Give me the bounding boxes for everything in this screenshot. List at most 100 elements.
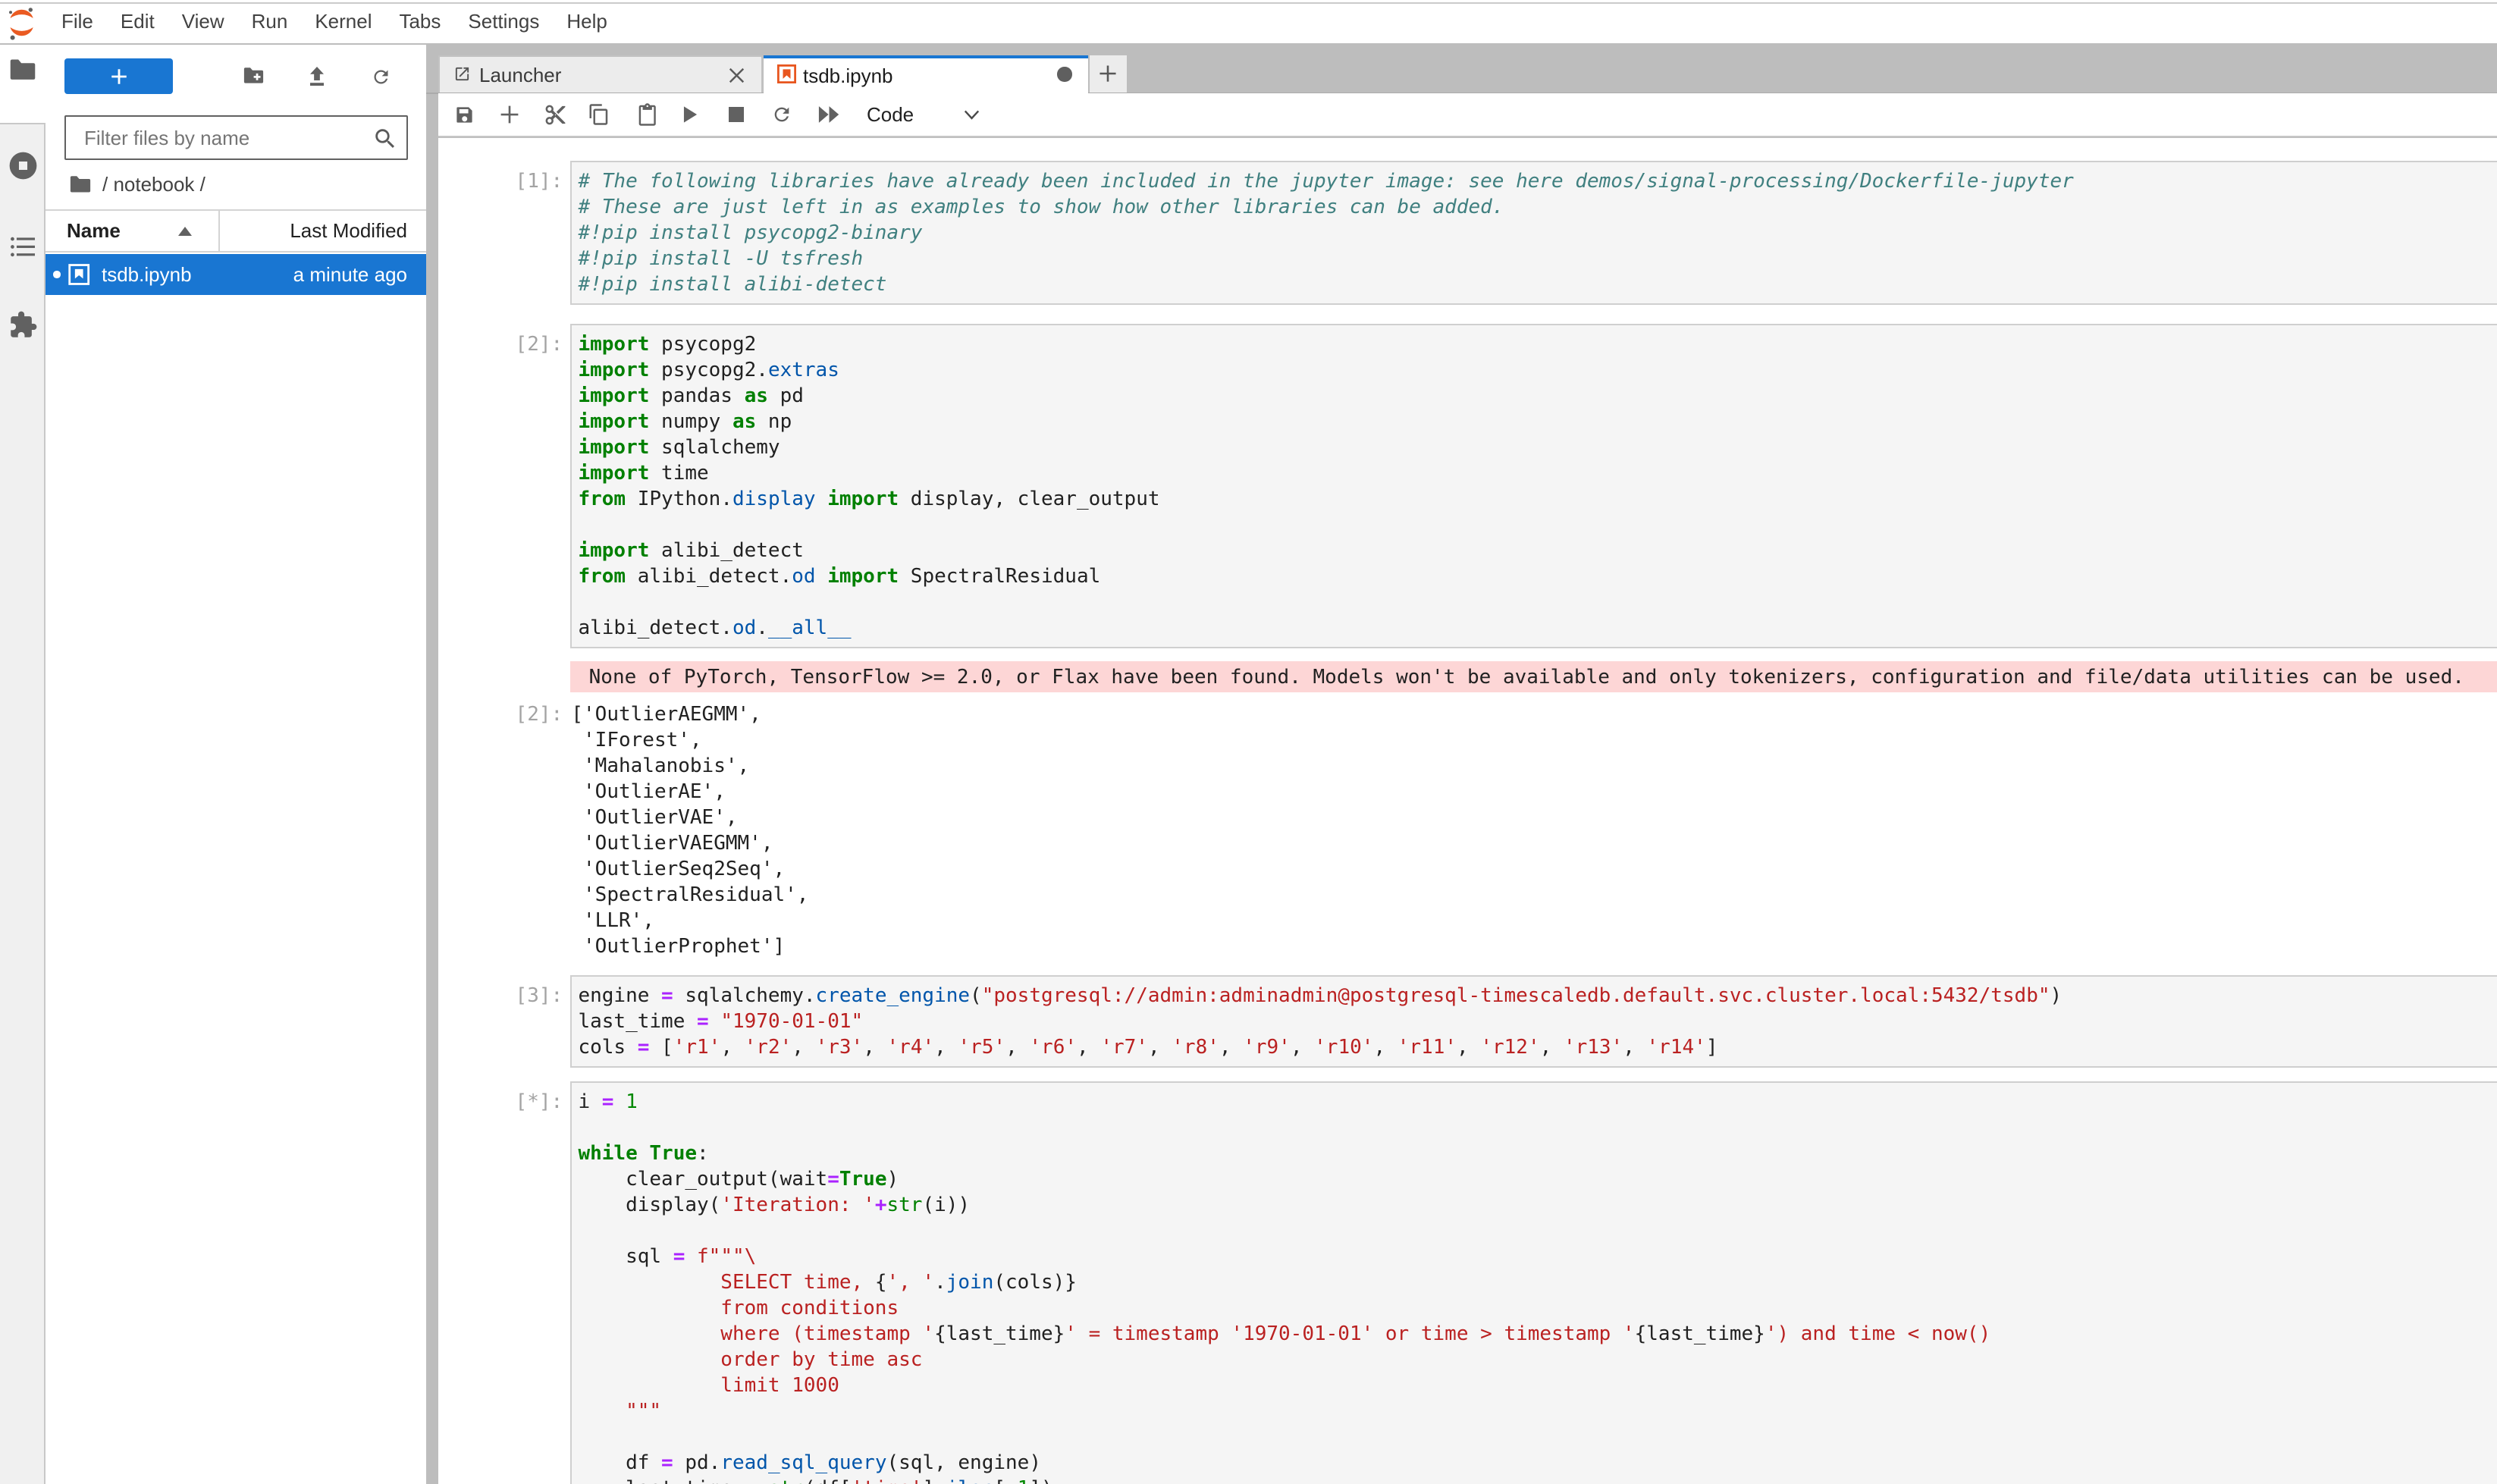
code-line: i = 1 xyxy=(578,1089,2497,1115)
stderr-output: None of PyTorch, TensorFlow >= 2.0, or F… xyxy=(570,661,2497,692)
sidebar-tab-toc[interactable] xyxy=(0,235,45,259)
file-list-header: Name Last Modified xyxy=(45,209,426,253)
refresh-button[interactable] xyxy=(371,67,391,87)
code-line: from IPython.display import display, cle… xyxy=(578,486,2497,512)
code-cell-2[interactable]: import psycopg2import psycopg2.extras imp… xyxy=(570,324,2497,648)
jupyterlab-app: FileEditViewRunKernelTabsSettingsHelp xyxy=(0,0,2497,1484)
menu-item-help[interactable]: Help xyxy=(553,10,620,33)
close-icon[interactable] xyxy=(729,67,745,83)
code-line xyxy=(578,512,2497,538)
code-line: import sqlalchemy xyxy=(578,435,2497,460)
table-of-contents-icon xyxy=(11,235,35,259)
code-line: # The following libraries have already b… xyxy=(578,168,2497,194)
code-line: import time xyxy=(578,460,2497,486)
paste-icon xyxy=(636,103,657,126)
new-folder-icon xyxy=(243,67,265,85)
menu-item-kernel[interactable]: Kernel xyxy=(301,10,385,33)
file-browser-panel: / notebook / Name Last Modified tsdb.ipy… xyxy=(45,45,426,1484)
code-line xyxy=(578,1424,2497,1450)
breadcrumb-path[interactable]: / notebook / xyxy=(102,173,205,196)
column-header-modified[interactable]: Last Modified xyxy=(290,211,407,251)
tab-launcher[interactable]: Launcher xyxy=(438,55,763,93)
home-folder-icon[interactable] xyxy=(69,175,92,194)
stop-button[interactable] xyxy=(727,93,745,136)
tab-active-label: tsdb.ipynb xyxy=(803,64,893,88)
add-cell-button[interactable] xyxy=(498,93,521,136)
sort-ascending-icon xyxy=(178,227,192,236)
sidebar-tab-running[interactable] xyxy=(0,151,45,180)
menu-item-edit[interactable]: Edit xyxy=(107,10,168,33)
code-line: import psycopg2.extras xyxy=(578,357,2497,383)
input-prompt: [2]: xyxy=(438,331,563,357)
file-open-dot xyxy=(53,271,60,278)
run-all-button[interactable] xyxy=(817,93,842,136)
notebook-toolbar: Code xyxy=(438,93,2497,137)
restart-button[interactable] xyxy=(771,93,792,136)
search-icon xyxy=(372,126,398,152)
unsaved-changes-dot xyxy=(1057,67,1071,81)
run-button[interactable] xyxy=(681,93,701,136)
notebook-icon xyxy=(777,64,796,83)
code-line: """ xyxy=(578,1398,2497,1424)
menu-items: FileEditViewRunKernelTabsSettingsHelp xyxy=(48,0,621,43)
jupyter-logo-icon xyxy=(10,7,33,40)
refresh-icon xyxy=(371,67,391,87)
save-button[interactable] xyxy=(453,93,476,136)
code-cell-1[interactable]: # The following libraries have already b… xyxy=(570,161,2497,305)
code-line: import psycopg2 xyxy=(578,331,2497,357)
sidebar-tab-filebrowser[interactable] xyxy=(0,58,45,82)
menu-item-settings[interactable]: Settings xyxy=(454,10,553,33)
cell-type-dropdown-value[interactable]: Code xyxy=(867,93,914,136)
plus-icon xyxy=(1098,64,1118,83)
upload-button[interactable] xyxy=(307,67,327,87)
code-cell-4[interactable]: i = 1while True: clear_output(wait=True)… xyxy=(570,1081,2497,1484)
code-line: import numpy as np xyxy=(578,409,2497,435)
extension-icon xyxy=(8,310,38,340)
code-line: where (timestamp '{last_time}' = timesta… xyxy=(578,1321,2497,1347)
menu-item-view[interactable]: View xyxy=(168,10,238,33)
code-line: engine = sqlalchemy.create_engine("postg… xyxy=(578,983,2497,1009)
new-folder-button[interactable] xyxy=(243,67,265,85)
code-line: last_time = "1970-01-01" xyxy=(578,1009,2497,1034)
code-line: sql = f"""\ xyxy=(578,1244,2497,1269)
new-launcher-button[interactable] xyxy=(64,58,173,94)
notebook-scroll-area[interactable]: [1]: # The following libraries have alrea… xyxy=(438,138,2497,1484)
activity-bar xyxy=(0,45,45,1484)
file-row-tsdb-ipynb[interactable]: tsdb.ipynb a minute ago xyxy=(45,254,426,295)
menu-item-tabs[interactable]: Tabs xyxy=(385,10,454,33)
code-line: #!pip install psycopg2-binary xyxy=(578,220,2497,246)
code-line: while True: xyxy=(578,1140,2497,1166)
dock-panel: Launcher tsdb.ipynb xyxy=(426,45,2497,1484)
filter-files-input[interactable] xyxy=(84,118,365,158)
paste-button[interactable] xyxy=(635,93,658,136)
run-all-icon xyxy=(818,105,840,124)
cut-button[interactable] xyxy=(542,93,569,136)
code-cell-3[interactable]: engine = sqlalchemy.create_engine("postg… xyxy=(570,975,2497,1068)
output-prompt: [2]: xyxy=(438,701,563,727)
execution-result: ['OutlierAEGMM', 'IForest', 'Mahalanobis… xyxy=(571,701,808,959)
menu-item-run[interactable]: Run xyxy=(238,10,302,33)
new-tab-button[interactable] xyxy=(1090,55,1127,93)
column-divider xyxy=(218,211,220,251)
launcher-icon xyxy=(453,65,471,83)
plus-icon xyxy=(110,67,128,86)
sidebar-tab-extensions[interactable] xyxy=(0,310,45,340)
column-header-name[interactable]: Name xyxy=(67,211,121,251)
folder-icon xyxy=(8,58,37,82)
chevron-down-icon[interactable] xyxy=(964,93,980,136)
save-icon xyxy=(454,105,475,125)
code-line: #!pip install -U tsfresh xyxy=(578,246,2497,271)
file-name: tsdb.ipynb xyxy=(102,254,192,295)
notebook-icon xyxy=(68,264,89,285)
upload-icon xyxy=(307,67,327,87)
code-line: #!pip install alibi-detect xyxy=(578,271,2497,297)
code-line: SELECT time, {', '.join(cols)} xyxy=(578,1269,2497,1295)
code-line: limit 1000 xyxy=(578,1373,2497,1398)
menu-item-file[interactable]: File xyxy=(48,10,107,33)
running-sessions-icon xyxy=(8,151,38,180)
tab-tsdb-ipynb[interactable]: tsdb.ipynb xyxy=(764,55,1089,95)
copy-icon xyxy=(588,103,610,126)
input-prompt: [1]: xyxy=(438,168,563,194)
stderr-text: None of PyTorch, TensorFlow >= 2.0, or F… xyxy=(570,661,2497,690)
copy-button[interactable] xyxy=(588,93,610,136)
